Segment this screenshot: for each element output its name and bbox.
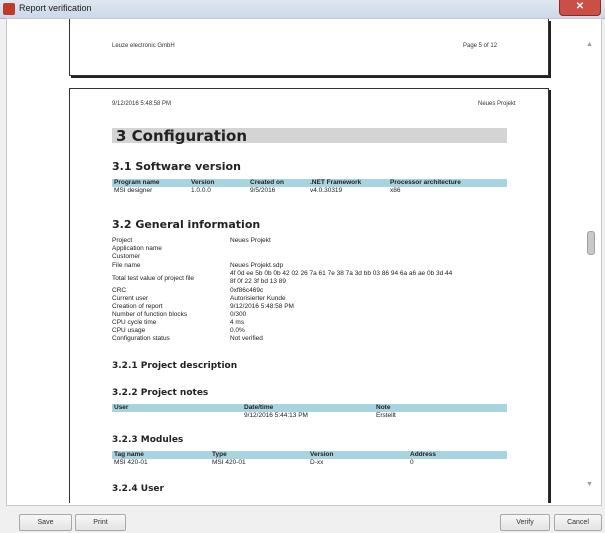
notes-cell-note: Erstellt bbox=[376, 412, 396, 419]
info-label: Number of function blocks bbox=[112, 311, 188, 318]
info-label: Creation of report bbox=[112, 303, 163, 310]
title-bar: Report verification ✕ bbox=[0, 0, 605, 19]
section-heading: 3 Configuration bbox=[116, 127, 248, 145]
scroll-down-arrow-icon[interactable]: ▼ bbox=[586, 481, 593, 488]
info-label: Total test value of project file bbox=[112, 275, 195, 282]
software-col-framework: .NET Framework bbox=[310, 179, 362, 186]
modules-cell-version: D-xx bbox=[310, 459, 324, 466]
info-label: Current user bbox=[112, 295, 149, 302]
software-cell-created: 9/5/2016 bbox=[250, 187, 276, 194]
notes-col-user: User bbox=[114, 404, 129, 411]
scrollbar-thumb[interactable] bbox=[587, 231, 595, 255]
close-button[interactable]: ✕ bbox=[559, 0, 601, 16]
modules-col-tag: Tag name bbox=[114, 451, 144, 458]
software-col-version: Version bbox=[191, 179, 215, 186]
modules-col-address: Address bbox=[410, 451, 437, 458]
app-icon bbox=[3, 3, 15, 15]
page-footer-number: Page 5 of 12 bbox=[463, 43, 498, 49]
project-notes-heading: 3.2.2 Project notes bbox=[112, 388, 209, 398]
info-value: Autorisierter Kunde bbox=[230, 295, 286, 302]
notes-table-header bbox=[112, 404, 507, 412]
page-footer-company: Leuze electronic GmbH bbox=[112, 43, 175, 49]
info-value: 0/300 bbox=[230, 311, 247, 318]
modules-cell-address: 0 bbox=[410, 459, 414, 466]
verify-button[interactable]: Verify bbox=[500, 514, 550, 531]
notes-col-note: Note bbox=[376, 404, 391, 411]
modules-col-type: Type bbox=[212, 451, 227, 458]
save-button[interactable]: Save bbox=[19, 514, 72, 531]
vertical-scrollbar[interactable]: ▲ ▼ bbox=[582, 19, 599, 503]
software-col-created: Created on bbox=[250, 179, 284, 186]
info-label: File name bbox=[112, 262, 141, 269]
info-value: 9/12/2016 5:48:58 PM bbox=[230, 303, 294, 310]
software-col-processor: Processor architecture bbox=[390, 179, 461, 186]
info-value-continued: 8f 0f 22 3f bd 13 89 bbox=[230, 278, 287, 285]
software-cell-version: 1.0.0.0 bbox=[191, 187, 211, 194]
info-label: CPU cycle time bbox=[112, 319, 157, 326]
modules-col-version: Version bbox=[310, 451, 334, 458]
modules-heading: 3.2.3 Modules bbox=[112, 435, 184, 445]
info-value: Neues Projekt.sdp bbox=[230, 262, 284, 269]
cancel-button[interactable]: Cancel bbox=[554, 514, 602, 531]
info-label: Configuration status bbox=[112, 335, 170, 342]
page-header-date: 9/12/2016 5:48:58 PM bbox=[112, 101, 172, 107]
info-value: 0xf86c469c bbox=[230, 287, 264, 294]
modules-cell-tag: MSI 420-01 bbox=[114, 459, 148, 466]
software-col-program: Program name bbox=[114, 179, 160, 186]
general-info-heading: 3.2 General information bbox=[112, 218, 261, 231]
software-version-heading: 3.1 Software version bbox=[112, 160, 241, 173]
user-heading: 3.2.4 User bbox=[112, 484, 164, 494]
window-title: Report verification bbox=[19, 3, 92, 13]
notes-cell-datetime: 9/12/2016 5:44:13 PM bbox=[244, 412, 308, 419]
info-value: 4f 0d ee 5b 0b 0b 42 02 26 7a 61 7e 38 7… bbox=[230, 270, 453, 277]
software-cell-program: MSI designer bbox=[114, 187, 153, 194]
report-page-previous: Leuze electronic GmbH Page 5 of 12 bbox=[69, 19, 549, 76]
software-cell-framework: v4.0.30319 bbox=[310, 187, 343, 194]
notes-col-datetime: Date/time bbox=[244, 404, 274, 411]
info-value: Neues Projekt bbox=[230, 237, 271, 244]
info-value: 4 ms bbox=[230, 319, 245, 326]
info-label: Customer bbox=[112, 253, 141, 260]
info-label: CPU usage bbox=[112, 327, 146, 334]
project-description-heading: 3.2.1 Project description bbox=[112, 361, 238, 371]
info-value: Not verified bbox=[230, 335, 263, 342]
scroll-up-arrow-icon[interactable]: ▲ bbox=[586, 41, 593, 48]
print-button[interactable]: Print bbox=[75, 514, 126, 531]
report-page: 9/12/2016 5:48:58 PM Neues Projekt 3 Con… bbox=[69, 88, 549, 503]
modules-cell-type: MSI 420-01 bbox=[212, 459, 246, 466]
page-header-project: Neues Projekt bbox=[478, 101, 516, 107]
software-cell-processor: x86 bbox=[390, 187, 401, 194]
info-label: Project bbox=[112, 237, 133, 244]
info-label: CRC bbox=[112, 287, 127, 294]
info-label: Application name bbox=[112, 245, 162, 252]
report-viewer: Leuze electronic GmbH Page 5 of 12 9/12/… bbox=[7, 19, 582, 503]
info-value: 0.0% bbox=[230, 327, 245, 334]
